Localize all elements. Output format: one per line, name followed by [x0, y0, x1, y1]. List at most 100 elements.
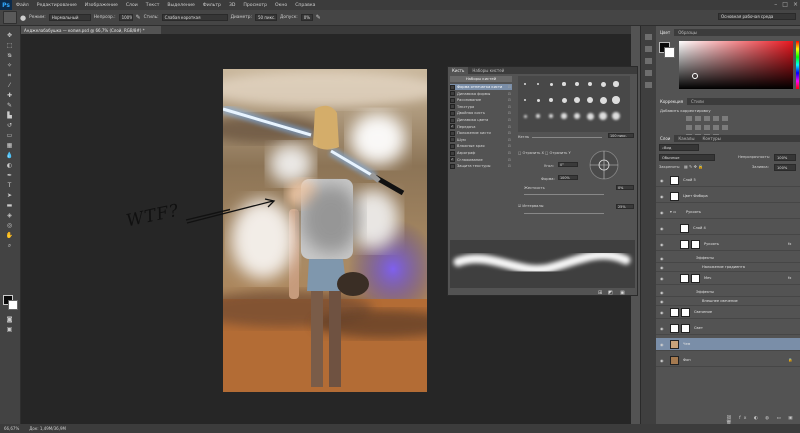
- angle-field[interactable]: 0°: [558, 162, 578, 167]
- pressure-size-icon[interactable]: ✎: [316, 14, 321, 21]
- create-preset-icon[interactable]: ▣: [620, 290, 625, 296]
- brush-preview-icon[interactable]: ●: [20, 14, 26, 22]
- layer-opacity-field[interactable]: 100%: [774, 154, 796, 161]
- brush-tip[interactable]: [574, 97, 580, 103]
- layer-fx-badge[interactable]: fx: [788, 276, 791, 280]
- channel-mixer-icon[interactable]: [722, 125, 728, 130]
- brightness-icon[interactable]: [686, 116, 692, 121]
- brush-option-row[interactable]: Форма отпечатка кисти ⊡: [450, 84, 512, 91]
- brush-option-row[interactable]: Рассеивание ⊡: [450, 97, 512, 103]
- layer-fx-badge[interactable]: fx: [788, 242, 791, 246]
- brush-tip[interactable]: [575, 82, 579, 86]
- levels-icon[interactable]: [695, 116, 701, 121]
- curves-icon[interactable]: [704, 116, 710, 121]
- layer-row[interactable]: ◉ Свет: [656, 322, 800, 335]
- color-picker-cursor[interactable]: [692, 73, 698, 79]
- pressure-opacity-icon[interactable]: ✎: [136, 14, 141, 21]
- hand-tool-icon[interactable]: ✋: [5, 232, 14, 239]
- layer-visibility-eye-icon[interactable]: ◉: [660, 326, 664, 331]
- brush-option-checkbox[interactable]: [450, 97, 455, 103]
- layer-row[interactable]: ◉ Фон 🔒: [656, 354, 800, 367]
- brush-tip[interactable]: [524, 99, 526, 101]
- fill-field[interactable]: 100%: [774, 164, 796, 171]
- brush-option-checkbox[interactable]: ✓: [450, 124, 455, 130]
- color-balance-icon[interactable]: [695, 125, 701, 130]
- tab-adjustments[interactable]: Коррекция: [656, 98, 687, 105]
- spacing-slider[interactable]: [524, 213, 604, 214]
- brush-tip[interactable]: [587, 81, 593, 87]
- layer-mask-thumbnail[interactable]: [681, 308, 690, 317]
- brush-option-checkbox[interactable]: [450, 144, 455, 150]
- layer-visibility-eye-icon[interactable]: ◉: [660, 299, 664, 304]
- size-slider[interactable]: [532, 137, 602, 138]
- menu-layers[interactable]: Слои: [122, 3, 142, 8]
- tab-channels[interactable]: Каналы: [674, 135, 698, 142]
- tab-brush[interactable]: Кисть: [448, 67, 469, 74]
- layer-row[interactable]: ◉ ▾ ▭ Рукоять: [656, 206, 800, 219]
- pen-tool-icon[interactable]: ✒: [5, 172, 14, 179]
- brush-tip[interactable]: [562, 82, 566, 86]
- brush-option-checkbox[interactable]: [450, 130, 455, 136]
- lock-icon[interactable]: ⊡: [508, 91, 511, 97]
- history-brush-tool-icon[interactable]: ↺: [5, 122, 14, 129]
- background-color-swatch[interactable]: [8, 300, 18, 310]
- menu-select[interactable]: Выделение: [163, 3, 198, 8]
- brush-option-checkbox[interactable]: [450, 117, 455, 123]
- dodge-tool-icon[interactable]: ◐: [5, 162, 14, 169]
- menu-help[interactable]: Справка: [291, 3, 319, 8]
- brush-option-checkbox[interactable]: [450, 104, 455, 110]
- brush-option-row[interactable]: Шум ⊡: [450, 137, 512, 143]
- lock-icon[interactable]: ⊡: [508, 104, 511, 110]
- style-select[interactable]: Слабая короткая: [161, 14, 228, 21]
- document-tab[interactable]: Анджелабабушка — копия.psd @ 66,7% (Слой…: [21, 26, 161, 34]
- brush-tip[interactable]: [524, 83, 526, 85]
- brush-tip[interactable]: [561, 113, 567, 119]
- brush-tip[interactable]: [586, 112, 594, 120]
- blend-mode-select[interactable]: Обычные: [659, 154, 715, 161]
- brush-tip[interactable]: [599, 112, 607, 120]
- layer-row[interactable]: ◉ Меч fx: [656, 272, 800, 285]
- stamp-tool-icon[interactable]: ▙: [5, 112, 14, 119]
- move-tool-icon[interactable]: ✥: [5, 32, 14, 39]
- layer-visibility-eye-icon[interactable]: ◉: [660, 256, 664, 261]
- layer-effect-row[interactable]: ◉ Эффекты: [656, 254, 800, 263]
- layer-visibility-eye-icon[interactable]: ◉: [660, 290, 664, 295]
- brush-option-row[interactable]: Двойная кисть ⊡: [450, 110, 512, 117]
- brush-option-row[interactable]: Положение кисти ⊡: [450, 130, 512, 136]
- brush-tip[interactable]: [536, 82, 540, 86]
- lock-icon[interactable]: ⊡: [508, 110, 511, 116]
- brush-option-row[interactable]: ✓ Передача ⊡: [450, 124, 512, 130]
- lock-icon[interactable]: ⊡: [508, 130, 511, 136]
- layer-filter-select[interactable]: ⌕ Вид: [659, 144, 699, 151]
- document-canvas[interactable]: [223, 69, 427, 392]
- brush-option-row[interactable]: ✓ Сглаживание ⊡: [450, 157, 512, 163]
- menu-text[interactable]: Текст: [142, 3, 164, 8]
- layer-visibility-eye-icon[interactable]: ◉: [660, 265, 664, 270]
- brush-tip[interactable]: [536, 98, 540, 102]
- vibrance-icon[interactable]: [722, 116, 728, 121]
- layer-effect-row[interactable]: ◉ Внешнее свечение: [656, 297, 800, 306]
- brush-option-checkbox[interactable]: [450, 137, 455, 143]
- layer-row[interactable]: ◉ Слой 4: [656, 222, 800, 235]
- layer-row[interactable]: ◉ Слой 5: [656, 174, 800, 187]
- tolerance-field[interactable]: 0%: [300, 14, 313, 21]
- lock-icon[interactable]: ⊡: [508, 97, 511, 103]
- paragraph-panel-icon[interactable]: [645, 82, 652, 88]
- brush-tip[interactable]: [548, 113, 554, 119]
- size-field[interactable]: 100 пикс.: [608, 133, 634, 138]
- layer-row[interactable]: ◉ Цвет Фибора: [656, 190, 800, 203]
- brush-tip[interactable]: [523, 114, 527, 118]
- character-panel-icon[interactable]: [645, 70, 652, 76]
- layer-mask-thumbnail[interactable]: [681, 324, 690, 333]
- tab-brush-presets[interactable]: Наборы кистей: [468, 67, 508, 74]
- path-selection-tool-icon[interactable]: ➤: [5, 192, 14, 199]
- lock-icon[interactable]: ⊡: [508, 150, 511, 156]
- black-white-icon[interactable]: [704, 125, 710, 130]
- mode-select[interactable]: Нормальный: [48, 14, 91, 21]
- layer-visibility-eye-icon[interactable]: ◉: [660, 358, 664, 363]
- brush-option-checkbox[interactable]: [450, 91, 455, 97]
- brush-option-row[interactable]: Текстура ⊡: [450, 104, 512, 110]
- layer-mask-thumbnail[interactable]: [691, 240, 700, 249]
- layer-visibility-eye-icon[interactable]: ◉: [660, 210, 664, 215]
- layer-row[interactable]: ◉ Чем: [656, 338, 800, 351]
